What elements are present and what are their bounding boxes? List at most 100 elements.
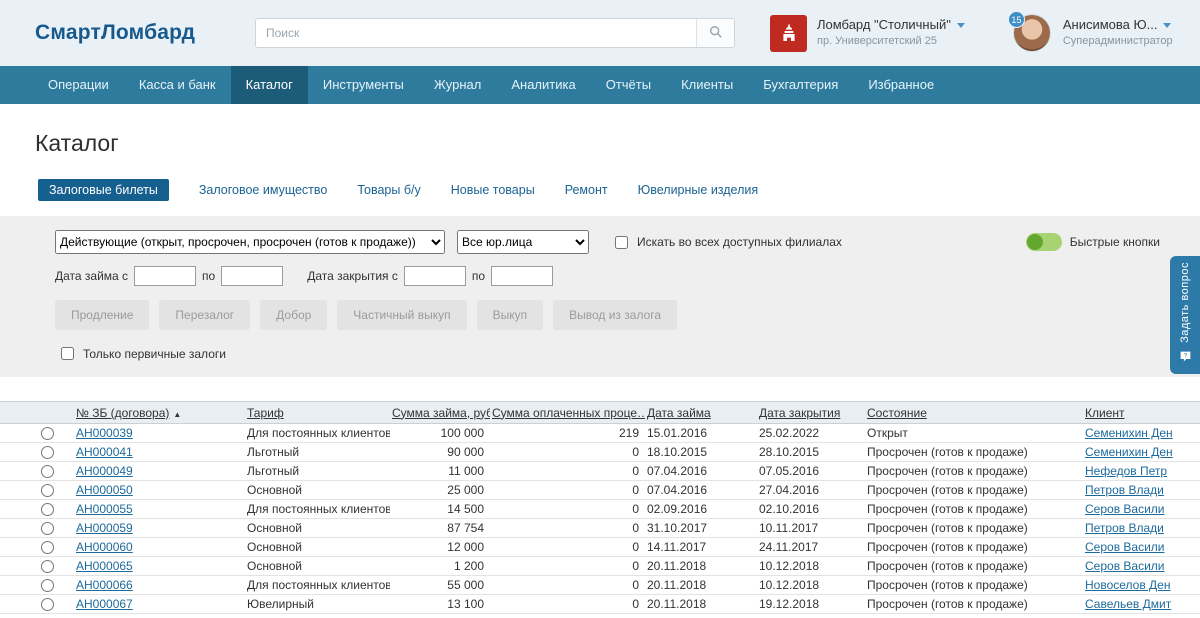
header-status[interactable]: Состояние [865,402,1083,424]
only-primary-checkbox-label[interactable]: Только первичные залоги [57,344,226,363]
tab[interactable]: Залоговые билеты [38,179,169,201]
ticket-link[interactable]: АН000049 [76,464,133,478]
search-button[interactable] [696,19,734,47]
action-button[interactable]: Частичный выкуп [337,300,466,330]
loan-date-to-input[interactable] [221,266,283,286]
client-link[interactable]: Савельев Дмит [1085,597,1171,611]
row-select-radio[interactable] [41,560,54,573]
cell-close-date: 10.12.2018 [757,557,865,576]
action-button[interactable]: Вывод из залога [553,300,677,330]
cell-tariff: Ювелирный [245,595,390,614]
cell-loan-sum: 13 100 [390,595,490,614]
row-select-radio[interactable] [41,484,54,497]
ticket-link[interactable]: АН000050 [76,483,133,497]
cell-close-date: 27.04.2016 [757,481,865,500]
action-button[interactable]: Продление [55,300,149,330]
all-branches-checkbox[interactable] [615,236,628,249]
action-buttons-row: Продление Перезалог Добор Частичный выку… [55,300,1200,330]
close-date-from-input[interactable] [404,266,466,286]
cell-loan-sum: 11 000 [390,462,490,481]
tab[interactable]: Ремонт [565,179,608,201]
nav-item[interactable]: Журнал [419,66,496,104]
status-filter-select[interactable]: Действующие (открыт, просрочен, просроче… [55,230,445,254]
action-button[interactable]: Перезалог [159,300,250,330]
cell-tariff: Основной [245,519,390,538]
ticket-link[interactable]: АН000067 [76,597,133,611]
header-tariff[interactable]: Тариф [245,402,390,424]
ticket-link[interactable]: АН000060 [76,540,133,554]
ask-question-tab[interactable]: Задать вопрос ? [1170,256,1200,374]
header-paid-interest[interactable]: Сумма оплаченных проце… [490,402,645,424]
cell-client: Петров Влади [1083,519,1200,538]
header-ticket[interactable]: № ЗБ (договора)▲ [74,402,245,424]
nav-item[interactable]: Клиенты [666,66,748,104]
ticket-link[interactable]: АН000065 [76,559,133,573]
header-client[interactable]: Клиент [1083,402,1200,424]
row-select-radio[interactable] [41,427,54,440]
ticket-link[interactable]: АН000059 [76,521,133,535]
legal-entity-select[interactable]: Все юр.лица [457,230,589,254]
nav-item[interactable]: Отчёты [591,66,666,104]
avatar: 15 [1013,14,1051,52]
client-link[interactable]: Петров Влади [1085,483,1164,497]
action-button[interactable]: Добор [260,300,327,330]
table-row: АН000041 Льготный 90 000 0 18.10.2015 28… [0,443,1200,462]
cell-paid-interest: 0 [490,538,645,557]
cell-select [0,443,74,462]
row-select-radio[interactable] [41,541,54,554]
close-date-to-input[interactable] [491,266,553,286]
company-selector[interactable]: Ломбард "Столичный" пр. Университетский … [770,15,965,52]
client-link[interactable]: Нефедов Петр [1085,464,1167,478]
client-link[interactable]: Семенихин Ден [1085,445,1173,459]
ticket-link[interactable]: АН000066 [76,578,133,592]
search-input[interactable] [256,19,696,47]
cell-select [0,557,74,576]
ticket-link[interactable]: АН000041 [76,445,133,459]
row-select-radio[interactable] [41,522,54,535]
header-loan-date[interactable]: Дата займа [645,402,757,424]
row-select-radio[interactable] [41,503,54,516]
ticket-link[interactable]: АН000039 [76,426,133,440]
header-loan-sum[interactable]: Сумма займа, руб. [390,402,490,424]
cell-loan-sum: 87 754 [390,519,490,538]
tab[interactable]: Новые товары [451,179,535,201]
cell-close-date: 25.02.2022 [757,424,865,443]
nav-item[interactable]: Аналитика [496,66,590,104]
app-logo[interactable]: СмартЛомбард [35,21,255,45]
nav-item[interactable]: Касса и банк [124,66,231,104]
quick-buttons-toggle[interactable]: Быстрые кнопки [1026,233,1160,251]
ticket-link[interactable]: АН000055 [76,502,133,516]
client-link[interactable]: Серов Васили [1085,502,1164,516]
table-row: АН000066 Для постоянных клиентов 55 000 … [0,576,1200,595]
client-link[interactable]: Семенихин Ден [1085,426,1173,440]
row-select-radio[interactable] [41,446,54,459]
loan-date-from-input[interactable] [134,266,196,286]
cell-close-date: 28.10.2015 [757,443,865,462]
row-select-radio[interactable] [41,465,54,478]
company-name: Ломбард "Столичный" [817,17,951,33]
row-select-radio[interactable] [41,579,54,592]
nav-item[interactable]: Операции [33,66,124,104]
action-button[interactable]: Выкуп [477,300,544,330]
toggle-switch[interactable] [1026,233,1062,251]
all-branches-checkbox-label[interactable]: Искать во всех доступных филиалах [611,233,842,252]
client-link[interactable]: Петров Влади [1085,521,1164,535]
only-primary-checkbox[interactable] [61,347,74,360]
client-link[interactable]: Новоселов Ден [1085,578,1170,592]
client-link[interactable]: Серов Васили [1085,559,1164,573]
nav-item[interactable]: Каталог [231,66,308,104]
row-select-radio[interactable] [41,598,54,611]
cell-ticket: АН000050 [74,481,245,500]
cell-status: Открыт [865,424,1083,443]
nav-item[interactable]: Инструменты [308,66,419,104]
nav-item[interactable]: Избранное [853,66,949,104]
user-menu[interactable]: 15 Анисимова Ю... Суперадминистратор [1013,14,1173,52]
tab[interactable]: Товары б/у [357,179,420,201]
header-close-date[interactable]: Дата закрытия [757,402,865,424]
client-link[interactable]: Серов Васили [1085,540,1164,554]
tab[interactable]: Ювелирные изделия [638,179,759,201]
cell-paid-interest: 0 [490,481,645,500]
nav-item[interactable]: Бухгалтерия [748,66,853,104]
table-row: АН000039 Для постоянных клиентов 100 000… [0,424,1200,443]
tab[interactable]: Залоговое имущество [199,179,328,201]
